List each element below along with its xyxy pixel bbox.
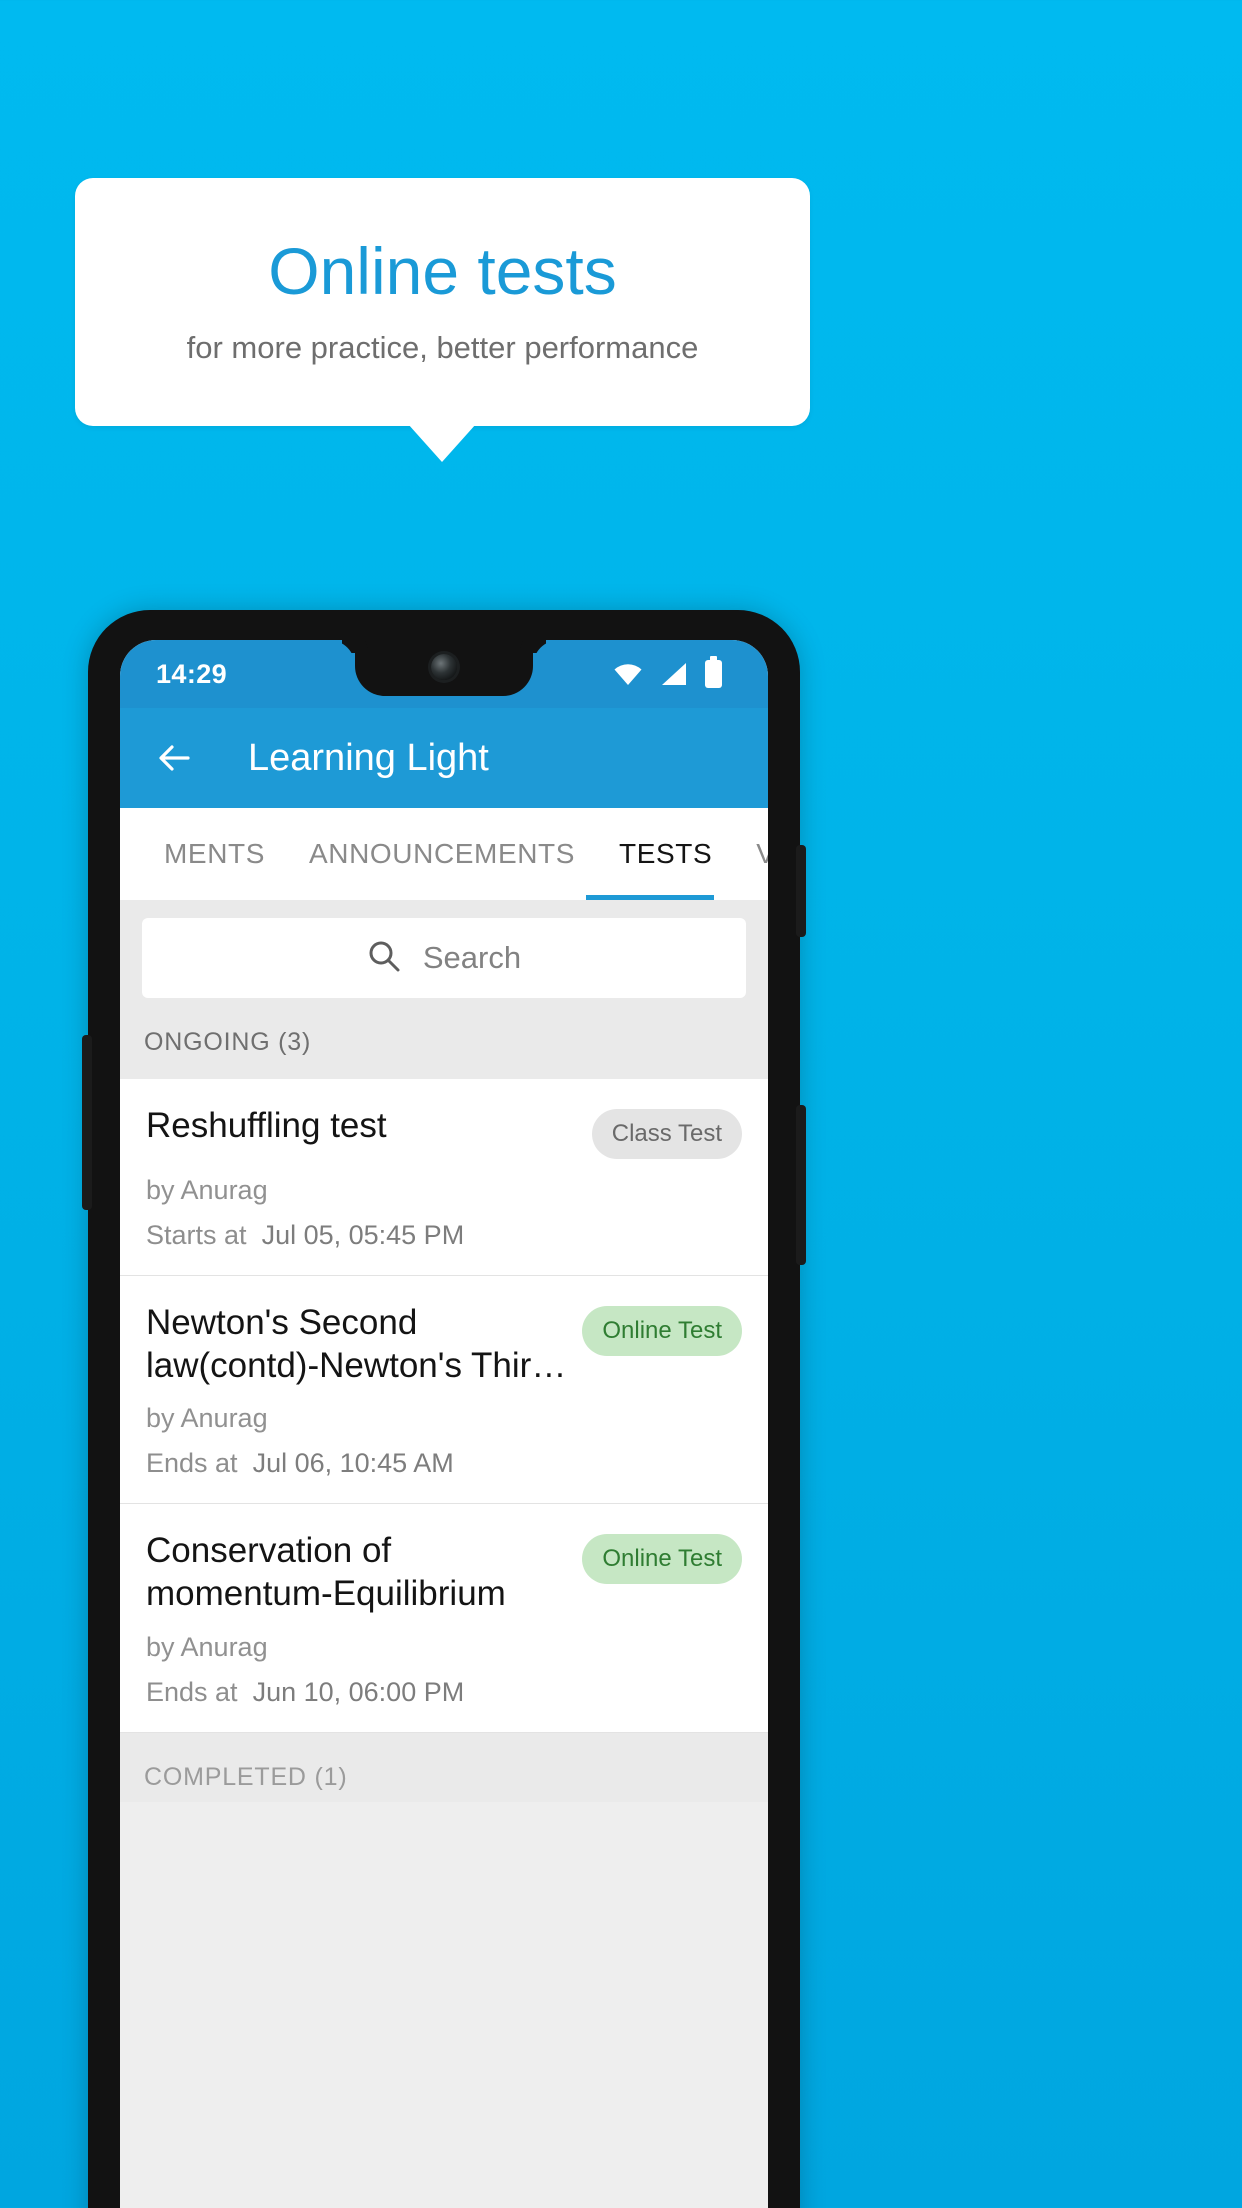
phone-button-volume-left <box>82 1035 92 1210</box>
front-camera-icon <box>431 654 457 680</box>
promo-callout-card: Online tests for more practice, better p… <box>75 178 810 426</box>
test-type-badge: Online Test <box>582 1534 742 1585</box>
phone-device-frame: 14:29 Learning Light MENTS ANNOUNCEMENTS… <box>82 610 806 2208</box>
tests-content: Search ONGOING (3) Reshuffling test Clas… <box>120 900 768 2208</box>
promo-title: Online tests <box>268 234 617 308</box>
tab-assignments[interactable]: MENTS <box>142 808 287 900</box>
app-bar: Learning Light <box>120 708 768 808</box>
tab-active-indicator <box>586 895 714 900</box>
test-list-item[interactable]: Conservation of momentum-Equilibrium Onl… <box>120 1504 768 1733</box>
status-bar-time: 14:29 <box>156 658 228 689</box>
test-item-header: Conservation of momentum-Equilibrium Onl… <box>146 1530 742 1615</box>
status-bar-icons <box>613 656 742 688</box>
promo-subtitle: for more practice, better performance <box>186 330 699 365</box>
app-bar-title: Learning Light <box>248 736 489 779</box>
wifi-icon <box>613 662 643 686</box>
battery-icon <box>705 656 722 688</box>
test-time-value: Jul 06, 10:45 AM <box>252 1448 454 1479</box>
section-header-ongoing: ONGOING (3) <box>120 1018 768 1079</box>
test-list-item[interactable]: Reshuffling test Class Test by Anurag St… <box>120 1079 768 1276</box>
phone-button-volume-right <box>796 1105 806 1265</box>
test-time-label: Ends at <box>146 1448 238 1479</box>
test-time: Starts at Jul 05, 05:45 PM <box>146 1220 742 1251</box>
test-title: Conservation of momentum-Equilibrium <box>146 1531 506 1614</box>
search-icon <box>367 939 401 978</box>
tab-videos[interactable]: VIDEOS <box>734 808 768 900</box>
test-item-header: Newton's Second law(contd)-Newton's Thir… <box>146 1302 742 1387</box>
search-input[interactable]: Search <box>142 918 746 998</box>
status-bar: 14:29 <box>120 640 768 708</box>
test-time-label: Ends at <box>146 1676 238 1707</box>
phone-screen: 14:29 Learning Light MENTS ANNOUNCEMENTS… <box>120 640 768 2208</box>
test-item-header: Reshuffling test Class Test <box>146 1105 742 1159</box>
tab-tests[interactable]: TESTS <box>597 808 734 900</box>
search-placeholder-text: Search <box>422 940 522 975</box>
test-time-label: Starts at <box>146 1220 247 1250</box>
search-bar-container: Search <box>120 900 768 1018</box>
test-type-badge: Online Test <box>582 1306 742 1356</box>
phone-button-power <box>796 845 806 937</box>
tab-bar: MENTS ANNOUNCEMENTS TESTS VIDEOS <box>120 808 768 900</box>
tab-announcements[interactable]: ANNOUNCEMENTS <box>287 808 597 900</box>
test-type-badge: Class Test <box>591 1109 742 1159</box>
section-header-completed: COMPLETED (1) <box>120 1732 768 1802</box>
test-time: Ends at Jun 10, 06:00 PM <box>146 1677 742 1708</box>
test-author: by Anurag <box>146 1631 268 1662</box>
callout-tail-triangle <box>408 424 476 462</box>
signal-icon <box>660 662 688 686</box>
test-title: Newton's Second law(contd)-Newton's Thir… <box>146 1303 567 1385</box>
test-time-value: Jul 05, 05:45 PM <box>261 1220 465 1250</box>
phone-notch <box>355 640 533 696</box>
test-author: by Anurag <box>146 1175 268 1205</box>
back-arrow-icon[interactable] <box>152 736 196 780</box>
test-title: Reshuffling test <box>146 1106 387 1145</box>
test-author: by Anurag <box>146 1403 268 1434</box>
test-time-value: Jun 10, 06:00 PM <box>252 1676 465 1707</box>
test-time: Ends at Jul 06, 10:45 AM <box>146 1448 742 1479</box>
test-list-item[interactable]: Newton's Second law(contd)-Newton's Thir… <box>120 1276 768 1505</box>
